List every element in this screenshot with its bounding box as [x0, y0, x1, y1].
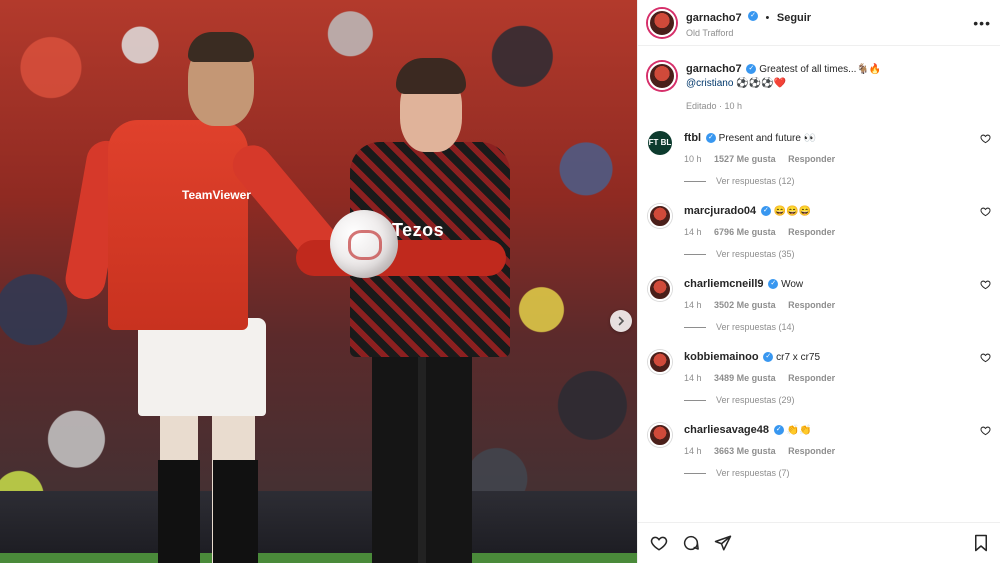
- post-actions-bar: [638, 522, 1000, 563]
- commenter-avatar[interactable]: [648, 423, 672, 447]
- post-header: garnacho7 ✓ • Seguir Old Trafford •••: [638, 0, 1000, 46]
- caption-mention[interactable]: @cristiano: [686, 78, 733, 89]
- pitch: [0, 553, 637, 563]
- verified-badge-icon: ✓: [748, 11, 759, 22]
- reply-button[interactable]: Responder: [788, 373, 835, 383]
- comment-text: cr7 x cr75: [776, 352, 821, 363]
- commenter-username[interactable]: ftbl: [684, 132, 701, 144]
- comment-likes[interactable]: 3663 Me gusta: [714, 446, 776, 456]
- caption-author-username[interactable]: garnacho7: [686, 63, 742, 75]
- comment-text: Present and future 👀: [718, 133, 817, 144]
- comment-item: marcjurado04 ✓ 😄😄😄 14 h 6796 Me gusta Re…: [648, 204, 991, 259]
- comment-likes[interactable]: 1527 Me gusta: [714, 154, 776, 164]
- comment-likes[interactable]: 3502 Me gusta: [714, 300, 776, 310]
- post-caption: garnacho7 ✓ Greatest of all times...🐐🔥 @…: [648, 62, 991, 113]
- comment-time[interactable]: 14 h: [684, 446, 702, 456]
- comment-heart-icon[interactable]: [980, 352, 991, 366]
- chevron-right-icon: [618, 316, 625, 326]
- reply-button[interactable]: Responder: [788, 446, 835, 456]
- commenter-username[interactable]: charliemcneill9: [684, 278, 764, 290]
- heart-icon[interactable]: [650, 534, 668, 552]
- post-photo[interactable]: TeamViewer Tezos: [0, 0, 637, 563]
- post-sidebar: garnacho7 ✓ • Seguir Old Trafford ••• ga…: [637, 0, 1000, 563]
- verified-badge-icon: ✓: [705, 133, 716, 144]
- verified-badge-icon: ✓: [763, 352, 774, 363]
- caption-author-avatar[interactable]: [648, 62, 676, 90]
- caption-emojis: ⚽⚽⚽❤️: [736, 78, 786, 89]
- verified-badge-icon: ✓: [760, 206, 771, 217]
- comment-time[interactable]: 10 h: [684, 154, 702, 164]
- comments-list[interactable]: garnacho7 ✓ Greatest of all times...🐐🔥 @…: [638, 52, 1000, 522]
- comment-heart-icon[interactable]: [980, 206, 991, 220]
- verified-badge-icon: ✓: [768, 279, 779, 290]
- verified-badge-icon: ✓: [773, 425, 784, 436]
- comment-text: Wow: [781, 279, 804, 290]
- commenter-avatar[interactable]: FT BL: [648, 131, 672, 155]
- comment-text: 👏👏: [786, 425, 812, 436]
- post-location[interactable]: Old Trafford: [686, 28, 973, 38]
- football: [330, 210, 398, 278]
- view-replies-button[interactable]: Ver respuestas (7): [684, 468, 991, 478]
- next-photo-button[interactable]: [610, 310, 632, 332]
- follow-button[interactable]: Seguir: [777, 12, 811, 24]
- comment-item: FT BL ftbl ✓ Present and future 👀 10 h 1…: [648, 131, 991, 186]
- commenter-username[interactable]: marcjurado04: [684, 205, 756, 217]
- comment-time[interactable]: 14 h: [684, 373, 702, 383]
- reply-button[interactable]: Responder: [788, 227, 835, 237]
- more-options-icon[interactable]: •••: [973, 15, 991, 31]
- reply-button[interactable]: Responder: [788, 300, 835, 310]
- view-replies-button[interactable]: Ver respuestas (29): [684, 395, 991, 405]
- shirt-sponsor-left: TeamViewer: [182, 188, 251, 202]
- reply-button[interactable]: Responder: [788, 154, 835, 164]
- view-replies-button[interactable]: Ver respuestas (35): [684, 249, 991, 259]
- comment-heart-icon[interactable]: [980, 425, 991, 439]
- comment-time[interactable]: 14 h: [684, 227, 702, 237]
- shirt-sponsor-right: Tezos: [392, 220, 445, 240]
- view-replies-button[interactable]: Ver respuestas (14): [684, 322, 991, 332]
- comment-heart-icon[interactable]: [980, 133, 991, 147]
- comment-item: kobbiemainoo ✓ cr7 x cr75 14 h 3489 Me g…: [648, 350, 991, 405]
- author-avatar[interactable]: [648, 8, 676, 37]
- comment-item: charliesavage48 ✓ 👏👏 14 h 3663 Me gusta …: [648, 423, 991, 478]
- comment-text: 😄😄😄: [773, 206, 812, 217]
- verified-badge-icon: ✓: [746, 64, 757, 75]
- comment-heart-icon[interactable]: [980, 279, 991, 293]
- commenter-username[interactable]: charliesavage48: [684, 424, 769, 436]
- comment-likes[interactable]: 3489 Me gusta: [714, 373, 776, 383]
- author-username[interactable]: garnacho7: [686, 12, 742, 24]
- view-replies-button[interactable]: Ver respuestas (12): [684, 176, 991, 186]
- send-icon[interactable]: [714, 534, 732, 552]
- commenter-username[interactable]: kobbiemainoo: [684, 351, 759, 363]
- commenter-avatar[interactable]: [648, 277, 672, 301]
- commenter-avatar[interactable]: [648, 350, 672, 374]
- comment-icon[interactable]: [682, 534, 700, 552]
- caption-edited-meta: Editado · 10 h: [686, 101, 743, 111]
- bookmark-icon[interactable]: [973, 534, 989, 552]
- comment-likes[interactable]: 6796 Me gusta: [714, 227, 776, 237]
- caption-text: Greatest of all times...🐐🔥: [759, 64, 882, 75]
- comment-item: charliemcneill9 ✓ Wow 14 h 3502 Me gusta…: [648, 277, 991, 332]
- separator-dot: •: [765, 11, 770, 24]
- comment-time[interactable]: 14 h: [684, 300, 702, 310]
- commenter-avatar[interactable]: [648, 204, 672, 228]
